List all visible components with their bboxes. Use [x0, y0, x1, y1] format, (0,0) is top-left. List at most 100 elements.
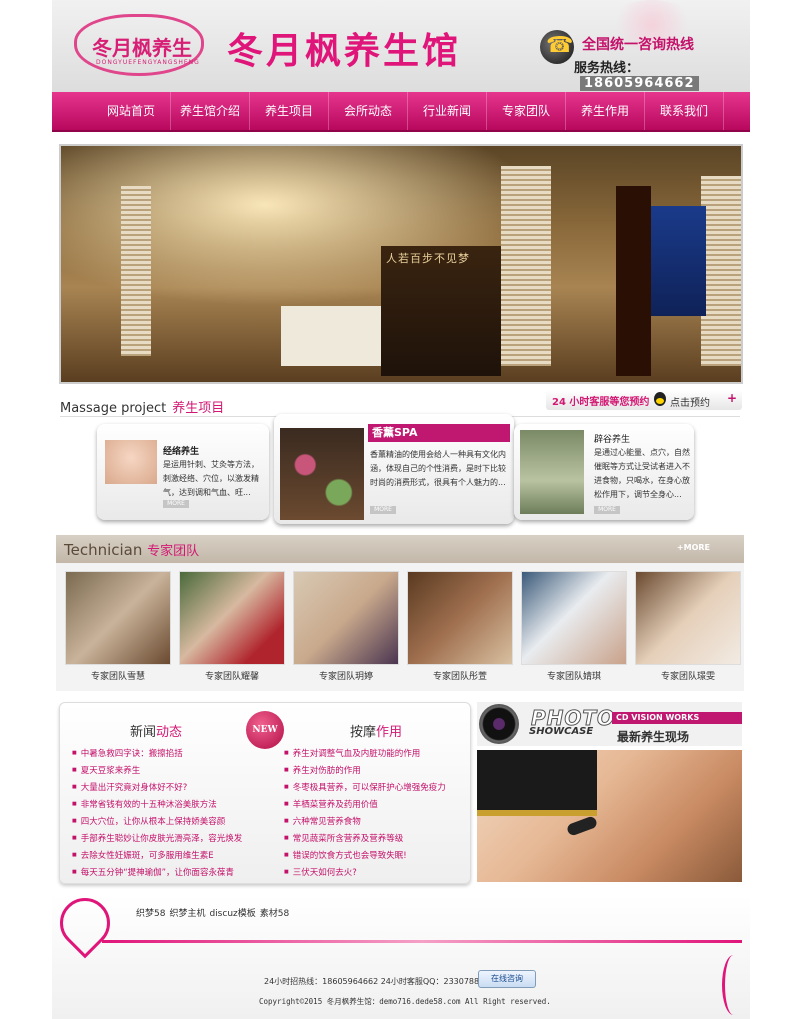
technician-name: 专家团队璟雯 [660, 672, 715, 682]
news-panel: 新闻动态 NEW 按摩作用 中暑急救四字诀：搬擦掐括夏天豆浆来养生大量出汗究竟对… [59, 702, 471, 884]
technician-bar: Technician 专家团队 +MORE [56, 535, 744, 563]
service-hotline: 服务热线：18605964662 [574, 57, 750, 91]
card-title: 经络养生 [163, 447, 200, 457]
technician-card[interactable]: 专家团队璟雯 [635, 571, 741, 683]
nav-item[interactable]: 网站首页 [92, 92, 171, 130]
technician-title-en: Technician [64, 541, 143, 559]
massage-heading-b: 作用 [376, 725, 403, 740]
news-list: 中暑急救四字诀：搬擦掐括夏天豆浆来养生大量出汗究竟对身体好不好?非常省钱有效的十… [72, 745, 243, 881]
header: 冬月枫养生 DONGYUEFENGYANGSHENG 冬月枫养生馆 全国统一咨询… [52, 0, 750, 96]
massage-effect-item[interactable]: 错误的饮食方式也会导致失眠! [284, 847, 446, 864]
banner-window [651, 206, 706, 316]
footer-link[interactable]: 素材58 [260, 909, 289, 919]
nav-item[interactable]: 养生馆介绍 [171, 92, 250, 130]
news-item[interactable]: 四大穴位，让你从根本上保持娇美容颜 [72, 813, 242, 830]
technician-photo [635, 571, 741, 665]
massage-effect-heading: 按摩作用 [350, 721, 402, 740]
news-item[interactable]: 大量出汗究竟对身体好不好? [72, 779, 242, 796]
page: 冬月枫养生 DONGYUEFENGYANGSHENG 冬月枫养生馆 全国统一咨询… [49, 0, 750, 1019]
technician-card[interactable]: 专家团队玥婷 [293, 571, 399, 683]
news-item[interactable]: 夏天豆浆来养生 [72, 762, 242, 779]
technician-more-link[interactable]: +MORE [677, 543, 710, 552]
technician-card[interactable]: 专家团队婧琪 [521, 571, 627, 683]
massage-effect-item[interactable]: 六种常见营养食物 [284, 813, 446, 830]
photo-stone [565, 815, 599, 837]
bigu-thumbnail [520, 430, 584, 514]
more-button[interactable]: MORE [370, 506, 396, 514]
ribbon-line [102, 940, 742, 943]
site-logo[interactable]: 冬月枫养生 DONGYUEFENGYANGSHENG [74, 14, 204, 76]
massage-effect-item[interactable]: 养生对调整气血及内脏功能的作用 [284, 745, 446, 762]
qq-icon [654, 392, 666, 406]
card-title-highlight: 香薰SPA [368, 424, 510, 442]
massage-effect-item[interactable]: 羊栖菜营养及药用价值 [284, 796, 446, 813]
main-nav: 网站首页 养生馆介绍 养生项目 会所动态 行业新闻 专家团队 养生作用 联系我们 [52, 92, 750, 132]
project-card-aroma-spa[interactable]: 香薰SPA 香薰精油的使用会给人一种具有文化内涵，体现自己的个性消费，是时下比较… [274, 414, 514, 524]
service-label: 服务热线： [574, 61, 640, 76]
nav-item[interactable]: 联系我们 [645, 92, 724, 130]
news-item[interactable]: 每天五分钟“提神瑜伽”，让你面容永葆青 [72, 864, 242, 881]
technician-name: 专家团队婧琪 [546, 672, 601, 682]
nav-item[interactable]: 专家团队 [487, 92, 566, 130]
project-card-meridian[interactable]: 经络养生 是运用针刺、艾灸等方法，刺激经络、穴位，以激发精气，达到调和气血、旺.… [97, 424, 269, 520]
booking-text: 24 小时客服等您预约 [552, 397, 650, 408]
news-heading-b: 动态 [156, 725, 183, 740]
massage-heading-a: 按摩 [350, 725, 377, 740]
technician-card[interactable]: 专家团队雪慧 [65, 571, 171, 683]
technician-name: 专家团队雪慧 [90, 672, 145, 682]
news-heading: 新闻动态 [130, 721, 182, 740]
online-consult-button[interactable]: 在线咨询 [478, 970, 536, 988]
technician-name: 专家团队玥婷 [318, 672, 373, 682]
massage-effect-item[interactable]: 冬枣极具营养，可以保肝护心增强免疫力 [284, 779, 446, 796]
massage-section-title: Massage project 养生项目 [60, 397, 224, 416]
booking-link[interactable]: 点击预约 [670, 394, 710, 409]
showcase-photo[interactable] [477, 750, 742, 882]
technician-card[interactable]: 专家团队耀馨 [179, 571, 285, 683]
copyright: Copyright©2015 冬月枫养生馆：demo716.dede58.com… [259, 997, 551, 1006]
news-item[interactable]: 中暑急救四字诀：搬擦掐括 [72, 745, 242, 762]
news-item[interactable]: 去除女性妊娠斑，可多服用维生素E [72, 847, 242, 864]
showcase-title: 最新养生现场 [617, 730, 690, 744]
camera-lens-icon [479, 704, 519, 744]
massage-effect-item[interactable]: 养生对伤肪的作用 [284, 762, 446, 779]
news-heading-a: 新闻 [130, 725, 157, 740]
massage-title-en: Massage project [60, 401, 167, 416]
nav-item[interactable]: 养生项目 [250, 92, 329, 130]
banner-louver [121, 186, 151, 356]
technician-title: Technician 专家团队 [64, 540, 199, 559]
nav-item[interactable]: 行业新闻 [408, 92, 487, 130]
showcase-word: SHOWCASE [529, 726, 594, 737]
nav-item[interactable]: 养生作用 [566, 92, 645, 130]
card-title: 辟谷养生 [594, 435, 631, 445]
plus-icon[interactable]: + [727, 391, 737, 405]
nav-item[interactable]: 会所动态 [329, 92, 408, 130]
news-item[interactable]: 手部养生聪妙让你皮肤光滑亮泽，容光焕发 [72, 830, 243, 847]
footer-link[interactable]: 织梦主机 [169, 909, 205, 919]
technician-card[interactable]: 专家团队彤萱 [407, 571, 513, 683]
ribbon-tail-decoration [722, 955, 745, 1015]
massage-effect-item[interactable]: 三伏天如何去火? [284, 864, 446, 881]
massage-effect-item[interactable]: 常见蔬菜所含营养及营养等级 [284, 830, 446, 847]
project-card-bigu[interactable]: 辟谷养生 是通过心能量、点穴，自然催眠等方式让受试者进入不进食物，只喝水，在身心… [514, 424, 694, 520]
footer-links: 织梦58 织梦主机 discuz模板 素材58 [136, 906, 293, 919]
massage-title-zh: 养生项目 [172, 401, 225, 416]
technician-name: 专家团队彤萱 [432, 672, 487, 682]
card-description: 是运用针刺、艾灸等方法，刺激经络、穴位，以激发精气，达到调和气血、旺... [163, 460, 259, 497]
logo-subtext: DONGYUEFENGYANGSHENG [96, 59, 200, 66]
photo-showcase-header: PHOTO SHOWCASE CD VISION WORKS 最新养生现场 [477, 702, 742, 746]
hero-banner: 人若百步不见梦 [59, 144, 743, 384]
more-button[interactable]: MORE [163, 500, 189, 508]
technician-photo [407, 571, 513, 665]
hotline-label: 全国统一咨询热线 [582, 37, 694, 53]
banner-louver [501, 166, 551, 366]
more-button[interactable]: MORE [594, 506, 620, 514]
photo-showcase: PHOTO SHOWCASE CD VISION WORKS 最新养生现场 [477, 702, 742, 882]
site-title: 冬月枫养生馆 [227, 30, 462, 72]
footer-link[interactable]: discuz模板 [209, 909, 255, 919]
massage-effect-list: 养生对调整气血及内脏功能的作用养生对伤肪的作用冬枣极具营养，可以保肝护心增强免疫… [284, 745, 446, 881]
technician-photo [179, 571, 285, 665]
technician-name: 专家团队耀馨 [204, 672, 259, 682]
news-item[interactable]: 非常省钱有效的十五种沐浴美肤方法 [72, 796, 242, 813]
footer-contact-info: 24小时招热线：18605964662 24小时客服QQ：23307888 [264, 977, 485, 986]
footer-link[interactable]: 织梦58 [136, 909, 165, 919]
